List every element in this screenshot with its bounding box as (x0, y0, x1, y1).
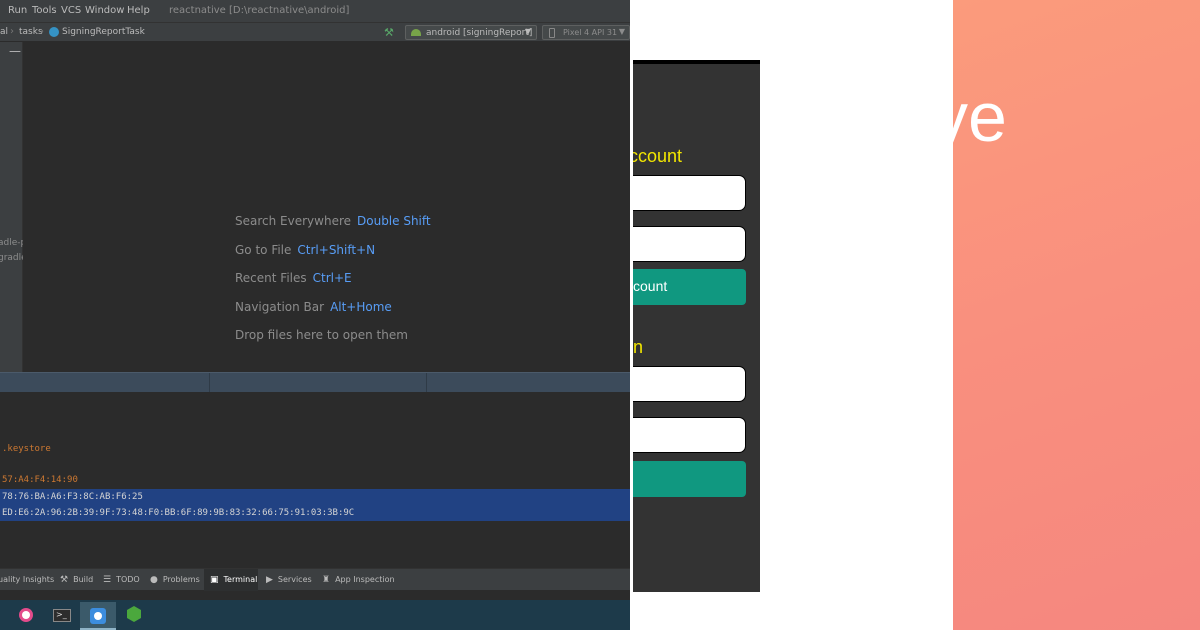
hint-search-everywhere: Search Everywhere Double Shift (235, 214, 431, 228)
signup-email-input[interactable] (633, 175, 746, 211)
button-label: count (633, 278, 668, 294)
chevron-right-icon: › (10, 26, 14, 37)
tool-tab-todo[interactable]: ☰ TODO (103, 575, 140, 585)
hint-navigation-bar: Navigation Bar Alt+Home (235, 300, 392, 314)
chevron-down-icon: ▼ (618, 27, 625, 36)
login-heading: in (633, 337, 644, 357)
hint-text: Search Everywhere (235, 214, 351, 228)
tool-tab-label: Problems (162, 575, 200, 584)
menu-run[interactable]: Run (8, 5, 27, 16)
tool-tab-label: App Inspection (335, 575, 395, 584)
hint-recent-files: Recent Files Ctrl+E (235, 271, 352, 285)
hint-shortcut[interactable]: Ctrl+E (313, 271, 352, 285)
terminal-icon: ▣ (210, 575, 219, 585)
hint-text: Navigation Bar (235, 300, 325, 314)
hint-shortcut[interactable]: Ctrl+Shift+N (297, 243, 375, 257)
build-hammer-icon[interactable]: ⚒ (384, 26, 394, 39)
tab-divider (209, 373, 210, 393)
tool-tab-label: Terminal (223, 575, 258, 584)
emulator-app-screen: ccount count in in (633, 60, 760, 592)
github-icon (19, 608, 33, 622)
hint-shortcut[interactable]: Double Shift (357, 214, 431, 228)
device-label: Pixel 4 API 31 (563, 28, 618, 37)
terminal-line: 78:76:BA:A6:F3:8C:AB:F6:25 (2, 492, 143, 502)
terminal-tab-strip (0, 372, 630, 393)
terminal-selected-line[interactable]: ED:E6:2A:96:2B:39:9F:73:48:F0:BB:6F:89:9… (0, 505, 630, 521)
project-title: reactnative [D:\reactnative\android] (169, 5, 350, 16)
breadcrumb-item[interactable]: SigningReportTask (62, 27, 145, 37)
tool-tab-label: Build (73, 575, 94, 584)
login-button[interactable]: in (633, 461, 746, 497)
tool-tab-terminal[interactable]: ▣ Terminal (210, 575, 257, 585)
menu-vcs[interactable]: VCS (61, 5, 81, 16)
windows-taskbar: >_ (0, 600, 630, 630)
taskbar-vscode[interactable] (80, 602, 116, 630)
breadcrumb-item[interactable]: al (0, 27, 8, 37)
list-icon: ☰ (103, 575, 112, 585)
hint-drop-files: Drop files here to open them (235, 328, 408, 342)
hint-text: Go to File (235, 243, 292, 257)
brand-wordmark: ye (953, 78, 1007, 156)
project-panel: — adle-p gradle (0, 42, 27, 372)
tool-tab-build[interactable]: ⚒ Build (60, 575, 93, 585)
play-circle-icon: ▶ (266, 575, 273, 585)
brand-panel: ye (953, 0, 1200, 630)
tab-divider (426, 373, 427, 393)
terminal-output[interactable]: .keystore 57:A4:F4:14:90 78:76:BA:A6:F3:… (0, 392, 630, 568)
editor-empty-state: Search Everywhere Double Shift Go to File… (23, 42, 630, 372)
tool-tab-app-inspection[interactable]: ♜ App Inspection (322, 575, 395, 585)
terminal-selected-line[interactable]: 78:76:BA:A6:F3:8C:AB:F6:25 (0, 489, 630, 505)
info-icon: ● (150, 575, 158, 585)
android-studio-window: Run Tools VCS Window Help reactnative [D… (0, 0, 630, 630)
collapse-icon[interactable]: — (9, 44, 21, 58)
tool-tab-label: TODO (116, 575, 140, 584)
create-account-heading: ccount (633, 146, 683, 166)
chevron-right-icon: › (40, 26, 44, 37)
tool-tab-services[interactable]: ▶ Services (266, 575, 312, 585)
hint-text: Drop files here to open them (235, 328, 408, 342)
inspection-icon: ♜ (322, 575, 331, 585)
device-select[interactable]: Pixel 4 API 31 ▼ (542, 25, 630, 40)
chevron-down-icon: ▼ (524, 27, 531, 36)
signup-password-input[interactable] (633, 226, 746, 262)
taskbar-github-desktop[interactable] (8, 602, 44, 630)
tool-tab-quality-insights[interactable]: uality Insights (0, 575, 54, 584)
android-icon (411, 29, 421, 36)
tool-tab-label: uality Insights (0, 575, 55, 584)
hammer-icon: ⚒ (60, 575, 69, 585)
app-icon (90, 608, 106, 624)
hint-shortcut[interactable]: Alt+Home (330, 300, 392, 314)
menu-help[interactable]: Help (127, 5, 150, 16)
terminal-line: 57:A4:F4:14:90 (2, 475, 78, 485)
status-bar (633, 60, 760, 64)
menu-bar: Run Tools VCS Window Help reactnative [D… (0, 0, 630, 22)
menu-tools[interactable]: Tools (32, 5, 57, 16)
gradle-task-icon (49, 27, 59, 37)
nodejs-icon (127, 606, 141, 622)
terminal-line: .keystore (2, 444, 51, 454)
tool-tab-label: Services (277, 575, 312, 584)
login-password-input[interactable] (633, 417, 746, 453)
terminal-icon: >_ (53, 609, 71, 622)
phone-device-icon (549, 28, 555, 38)
taskbar-nodejs[interactable] (116, 602, 152, 630)
login-email-input[interactable] (633, 366, 746, 402)
taskbar-terminal[interactable]: >_ (44, 602, 80, 630)
run-configuration-select[interactable]: android [signingReport] ▼ (405, 25, 537, 40)
navigation-bar: al › tasks › SigningReportTask ⚒ android… (0, 22, 630, 42)
menu-window[interactable]: Window (85, 5, 124, 16)
run-configuration-label: android [signingReport] (426, 28, 533, 38)
create-account-button[interactable]: count (633, 269, 746, 305)
hint-go-to-file: Go to File Ctrl+Shift+N (235, 243, 375, 257)
hint-text: Recent Files (235, 271, 307, 285)
tool-tab-problems[interactable]: ● Problems (150, 575, 200, 585)
tool-window-bar: uality Insights ⚒ Build ☰ TODO ● Problems ▣… (0, 568, 630, 591)
terminal-line: ED:E6:2A:96:2B:39:9F:73:48:F0:BB:6F:89:9… (2, 508, 355, 518)
